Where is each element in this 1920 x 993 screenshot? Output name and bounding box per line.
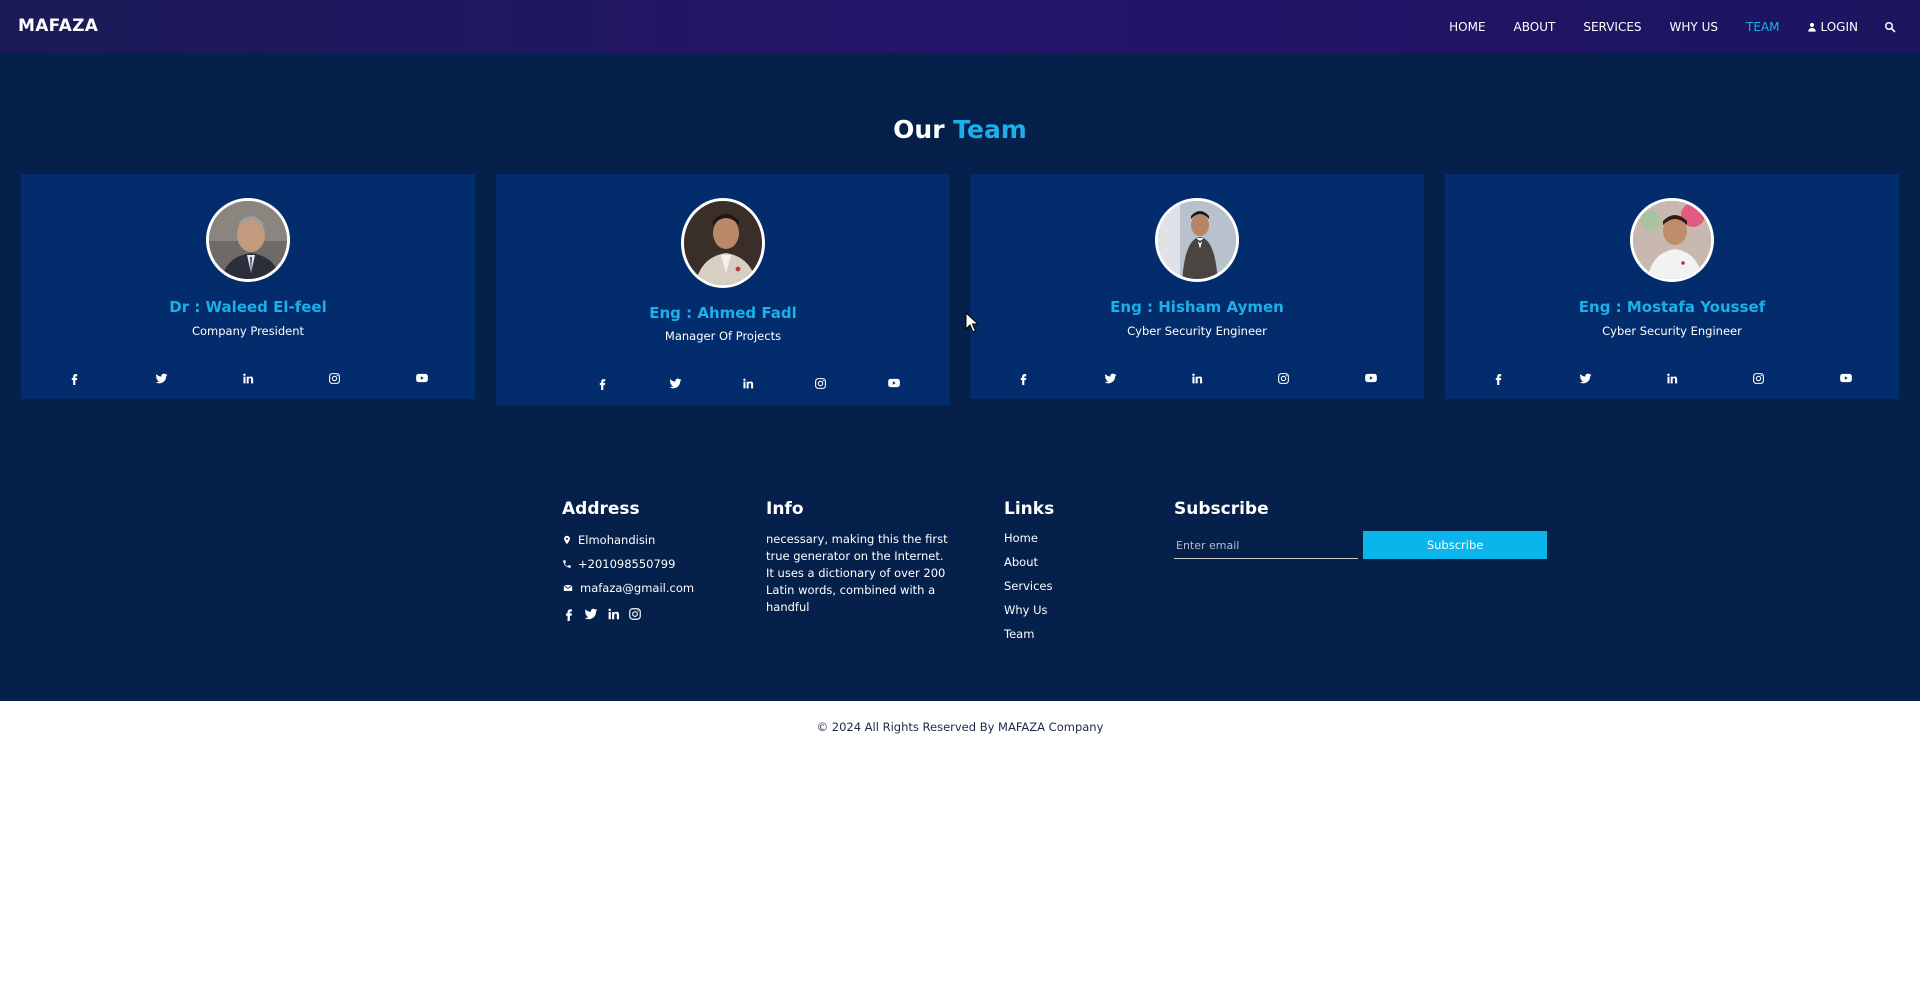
twitter-icon[interactable]: [152, 369, 170, 387]
footer-link-home[interactable]: Home: [1004, 531, 1054, 545]
social-links: [496, 374, 950, 392]
avatar: [206, 198, 290, 282]
member-name: Eng : Mostafa Youssef: [1578, 298, 1766, 316]
team-card: Dr : Waleed El-feel Company President: [21, 174, 475, 399]
team-section: Our Team Dr : Waleed El-feel Company Pre…: [0, 53, 1920, 701]
social-links: [21, 369, 475, 387]
address-email: mafaza@gmail.com: [562, 581, 694, 595]
navbar: MAFAZA HOME ABOUT SERVICES WHY US TEAM L…: [0, 0, 1920, 53]
avatar: [1630, 198, 1714, 282]
member-photo: [1158, 201, 1236, 279]
member-name: Eng : Ahmed Fadl: [649, 304, 797, 322]
linkedin-icon[interactable]: [1663, 369, 1681, 387]
login-label: LOGIN: [1820, 19, 1858, 34]
brand-logo[interactable]: MAFAZA: [18, 16, 98, 36]
facebook-icon[interactable]: [1014, 369, 1032, 387]
footer-link-why-us[interactable]: Why Us: [1004, 603, 1054, 617]
footer-link-services[interactable]: Services: [1004, 579, 1054, 593]
nav-menu: HOME ABOUT SERVICES WHY US TEAM LOGIN: [1421, 0, 1896, 53]
member-name: Eng : Hisham Aymen: [1110, 298, 1284, 316]
youtube-icon[interactable]: [1362, 369, 1380, 387]
social-links: [1445, 369, 1899, 387]
footer-address: Address Elmohandisin +201098550799 mafaz…: [562, 499, 694, 621]
member-role: Cyber Security Engineer: [1602, 324, 1742, 338]
footer-social-links: [562, 607, 694, 621]
twitter-icon[interactable]: [1576, 369, 1594, 387]
linkedin-icon[interactable]: [239, 369, 257, 387]
youtube-icon[interactable]: [885, 374, 903, 392]
facebook-icon[interactable]: [593, 374, 611, 392]
team-card: Eng : Ahmed Fadl Manager Of Projects: [496, 174, 950, 405]
address-location: Elmohandisin: [562, 533, 694, 547]
copyright-text: © 2024 All Rights Reserved By MAFAZA Com…: [816, 720, 1104, 734]
team-card: Eng : Hisham Aymen Cyber Security Engine…: [970, 174, 1424, 399]
address-title: Address: [562, 499, 640, 519]
twitter-icon[interactable]: [1101, 369, 1119, 387]
instagram-icon[interactable]: [1275, 369, 1293, 387]
nav-item-why-us[interactable]: WHY US: [1670, 20, 1718, 34]
linkedin-icon[interactable]: [1188, 369, 1206, 387]
map-pin-icon: [562, 535, 572, 545]
linkedin-icon[interactable]: [606, 607, 620, 621]
instagram-icon[interactable]: [326, 369, 344, 387]
nav-item-home[interactable]: HOME: [1449, 20, 1485, 34]
footer-info: Info necessary, making this the first tr…: [766, 499, 951, 616]
social-links: [970, 369, 1424, 387]
member-role: Company President: [191, 324, 304, 338]
twitter-icon[interactable]: [584, 607, 598, 621]
envelope-icon: [562, 583, 574, 593]
member-photo: [209, 201, 287, 279]
footer-link-team[interactable]: Team: [1004, 627, 1054, 641]
info-text: necessary, making this the first true ge…: [766, 532, 948, 614]
address-phone: +201098550799: [562, 557, 694, 571]
footer-subscribe: Subscribe Subscribe: [1174, 499, 1548, 559]
mouse-cursor-icon: [965, 312, 979, 333]
nav-item-team[interactable]: TEAM: [1746, 20, 1779, 34]
instagram-icon[interactable]: [1750, 369, 1768, 387]
instagram-icon[interactable]: [628, 607, 642, 621]
youtube-icon[interactable]: [413, 369, 431, 387]
email-input[interactable]: [1174, 535, 1358, 559]
search-icon: [1884, 21, 1896, 33]
search-button[interactable]: [1884, 21, 1896, 33]
copyright-bar: © 2024 All Rights Reserved By MAFAZA Com…: [0, 701, 1920, 756]
member-photo: [684, 201, 762, 285]
member-role: Manager Of Projects: [664, 329, 782, 343]
linkedin-icon[interactable]: [739, 374, 757, 392]
subscribe-title: Subscribe: [1174, 499, 1269, 519]
team-heading: Our Team: [0, 115, 1920, 144]
member-photo: [1633, 201, 1711, 279]
heading-our: Our: [893, 115, 945, 144]
nav-item-about[interactable]: ABOUT: [1514, 20, 1556, 34]
facebook-icon[interactable]: [1489, 369, 1507, 387]
instagram-icon[interactable]: [812, 374, 830, 392]
avatar: [681, 198, 765, 288]
user-icon: [1807, 22, 1817, 32]
nav-item-services[interactable]: SERVICES: [1583, 20, 1641, 34]
heading-team: Team: [953, 115, 1027, 144]
links-title: Links: [1004, 499, 1055, 519]
info-title: Info: [766, 499, 804, 519]
twitter-icon[interactable]: [666, 374, 684, 392]
footer-link-about[interactable]: About: [1004, 555, 1054, 569]
subscribe-button[interactable]: Subscribe: [1363, 531, 1548, 559]
login-link[interactable]: LOGIN: [1807, 20, 1858, 34]
youtube-icon[interactable]: [1837, 369, 1855, 387]
facebook-icon[interactable]: [65, 369, 83, 387]
footer-links: Links Home About Services Why Us Team: [1004, 499, 1054, 641]
member-name: Dr : Waleed El-feel: [169, 298, 327, 316]
avatar: [1155, 198, 1239, 282]
team-card: Eng : Mostafa Youssef Cyber Security Eng…: [1445, 174, 1899, 399]
member-role: Cyber Security Engineer: [1127, 324, 1267, 338]
phone-icon: [562, 559, 572, 569]
facebook-icon[interactable]: [562, 607, 576, 621]
